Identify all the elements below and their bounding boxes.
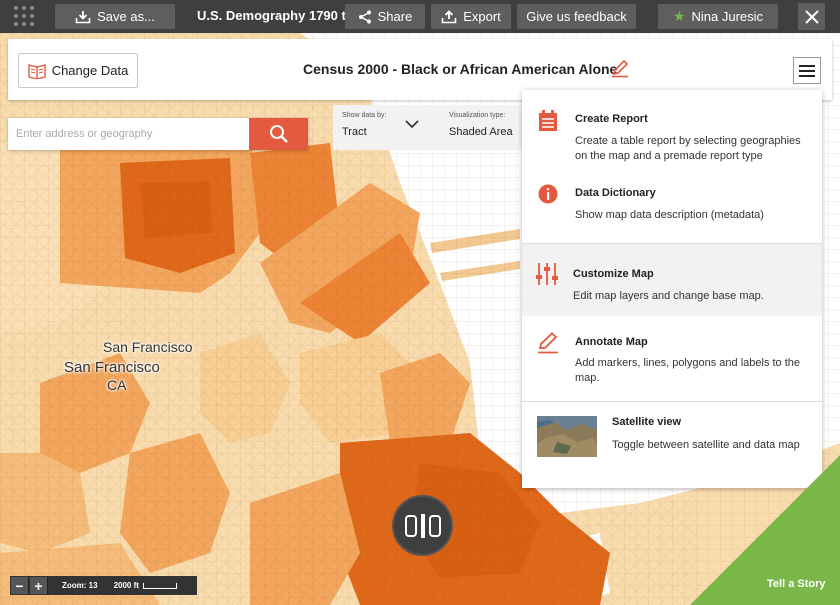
- menu-item-title: Annotate Map: [575, 336, 648, 348]
- edit-pencil-icon[interactable]: [610, 58, 630, 78]
- apps-grid-icon[interactable]: [14, 6, 36, 28]
- export-label: Export: [463, 9, 501, 24]
- export-button[interactable]: Export: [431, 4, 511, 29]
- report-icon: [539, 110, 557, 131]
- save-as-label: Save as...: [97, 9, 155, 24]
- menu-item-description: Create a table report by selecting geogr…: [575, 135, 801, 162]
- tell-story-label[interactable]: Tell a Story: [767, 578, 825, 590]
- menu-item-title: Satellite view: [612, 416, 682, 428]
- feedback-label: Give us feedback: [526, 9, 627, 24]
- menu-item-create-report[interactable]: Create Report Create a table report by s…: [522, 90, 822, 170]
- chevron-down-icon: [405, 120, 419, 129]
- menu-item-description: Toggle between satellite and data map: [612, 439, 800, 451]
- menu-item-annotate-map[interactable]: Annotate Map Add markers, lines, polygon…: [522, 318, 822, 398]
- menu-item-description: Edit map layers and change base map.: [573, 290, 764, 302]
- share-label: Share: [377, 9, 413, 24]
- pencil-icon: [538, 332, 558, 354]
- top-toolbar: Save as... U.S. Demography 1790 to Share…: [0, 0, 840, 33]
- close-icon: [804, 9, 819, 24]
- show-data-by-value: Tract: [342, 126, 367, 138]
- scale-label: 2000 ft: [113, 581, 139, 590]
- project-title: U.S. Demography 1790 to: [197, 8, 354, 23]
- change-data-button[interactable]: Change Data: [18, 53, 138, 88]
- hamburger-menu-button[interactable]: [793, 57, 821, 84]
- book-icon: [27, 63, 46, 79]
- zoom-out-button[interactable]: −: [11, 577, 29, 594]
- share-button[interactable]: Share: [345, 4, 425, 29]
- show-data-by-caption: Show data by:: [342, 112, 387, 119]
- search-button[interactable]: [249, 118, 308, 150]
- map-options-menu: Create Report Create a table report by s…: [522, 90, 822, 488]
- zoom-in-button[interactable]: +: [30, 577, 48, 594]
- menu-item-data-dictionary[interactable]: Data Dictionary Show map data descriptio…: [522, 174, 822, 240]
- satellite-thumbnail: [537, 416, 597, 457]
- info-icon: [538, 184, 558, 204]
- user-name: Nina Juresic: [691, 9, 764, 24]
- sliders-icon: [536, 263, 558, 285]
- save-as-button[interactable]: Save as...: [55, 4, 175, 29]
- menu-item-title: Customize Map: [573, 268, 654, 280]
- visualization-type-caption: Visualization type:: [449, 112, 506, 119]
- compare-icon: [404, 513, 441, 538]
- scale-bar: [142, 582, 177, 589]
- map-label-city: San Francisco: [103, 339, 193, 355]
- map-label-state: CA: [107, 377, 127, 393]
- search-icon: [269, 125, 288, 143]
- search-bar: [8, 118, 308, 150]
- visualization-type-select[interactable]: Visualization type: Shaded Area: [449, 105, 523, 150]
- star-icon: ★: [672, 8, 686, 24]
- share-icon: [358, 10, 371, 23]
- change-data-label: Change Data: [51, 63, 129, 78]
- zoom-controls: − + Zoom: 13 2000 ft: [10, 576, 197, 595]
- menu-item-customize-map[interactable]: Customize Map Edit map layers and change…: [522, 244, 822, 316]
- download-icon: [75, 10, 91, 23]
- swipe-compare-button[interactable]: [392, 495, 453, 556]
- menu-item-description: Show map data description (metadata): [575, 209, 764, 221]
- menu-item-description: Add markers, lines, polygons and labels …: [575, 357, 801, 384]
- close-button[interactable]: [798, 3, 825, 30]
- map-label-city-2: San Francisco: [64, 359, 160, 376]
- menu-item-title: Create Report: [575, 113, 648, 125]
- zoom-level: Zoom: 13: [62, 581, 98, 590]
- data-selectors: Show data by: Tract Visualization type: …: [333, 105, 523, 150]
- feedback-button[interactable]: Give us feedback: [517, 4, 636, 29]
- map-title: Census 2000 - Black or African American …: [303, 61, 618, 77]
- visualization-type-value: Shaded Area: [449, 126, 513, 138]
- user-menu-button[interactable]: ★ Nina Juresic: [658, 4, 778, 29]
- export-icon: [441, 9, 457, 23]
- menu-item-title: Data Dictionary: [575, 187, 656, 199]
- show-data-by-select[interactable]: Show data by: Tract: [342, 105, 442, 150]
- search-input[interactable]: [8, 118, 249, 150]
